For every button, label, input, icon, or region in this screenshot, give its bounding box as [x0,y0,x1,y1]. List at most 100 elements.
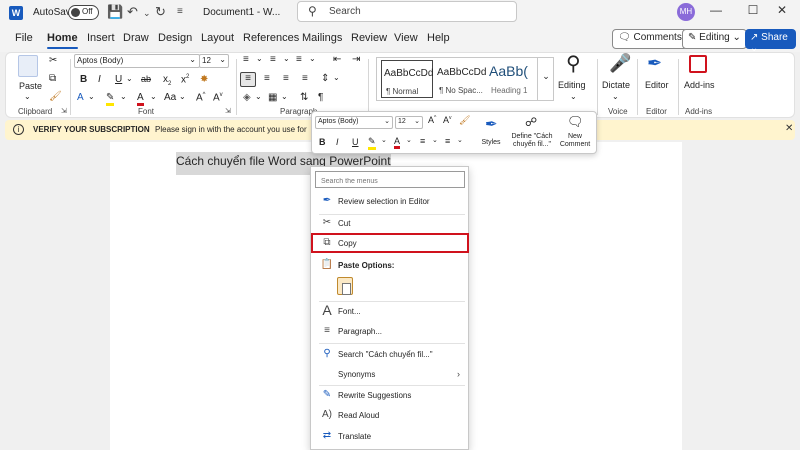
mini-underline-icon[interactable]: U [352,137,359,147]
tab-view[interactable]: View [394,32,418,44]
tab-review[interactable]: Review [351,32,387,44]
style-heading-1[interactable]: AaBb( Heading 1 [487,60,539,98]
multilevel-list-icon[interactable]: ≡ [296,54,302,65]
editing-mode-button[interactable]: ✎ Editing ⌄ [682,29,747,49]
customize-toolbar-icon[interactable]: ≡ [177,6,183,17]
mini-font-size-dropdown[interactable]: 12 ⌄ [395,116,423,129]
redo-icon[interactable]: ↻ [155,4,166,20]
tab-mailings[interactable]: Mailings [302,32,342,44]
close-icon[interactable]: ✕ [772,3,792,17]
sort-icon[interactable]: ⇅ [300,92,308,103]
tab-references[interactable]: References [243,32,299,44]
font-launcher-icon[interactable]: ⇲ [225,107,231,115]
menu-item-copy[interactable]: ⧉ Copy [311,233,469,253]
shrink-font-icon[interactable]: Av [213,92,223,103]
borders-icon[interactable]: ▦ [268,92,277,103]
mini-grow-font-icon[interactable]: A^ [428,115,436,125]
dictate-label[interactable]: Dictate [602,80,630,90]
justify-icon[interactable]: ≡ [302,73,308,84]
mini-shrink-font-icon[interactable]: Av [443,115,452,125]
styles-more-icon[interactable]: ⌄ [537,58,554,100]
tab-home[interactable]: Home [47,32,78,49]
font-size-dropdown[interactable]: 12 ⌄ [199,54,229,68]
new-comment-icon[interactable]: 🗨 [567,114,584,130]
mini-highlight-icon[interactable]: ✎ [368,136,376,150]
mini-numbering-dropdown-icon[interactable]: ⌄ [457,136,463,144]
paste-keep-source-button[interactable] [337,277,353,295]
shading-dropdown-icon[interactable]: ⌄ [255,92,262,101]
cut-icon[interactable]: ✂ [49,55,57,66]
undo-dropdown-icon[interactable]: ⌄ [143,8,151,19]
font-color-dropdown-icon[interactable]: ⌄ [150,92,157,101]
tab-help[interactable]: Help [427,32,450,44]
find-icon[interactable]: ⚲ [566,51,581,76]
mini-bold-icon[interactable]: B [319,137,326,147]
borders-dropdown-icon[interactable]: ⌄ [281,92,288,101]
text-effects-icon[interactable]: A [77,92,84,103]
underline-dropdown-icon[interactable]: ⌄ [126,74,133,83]
search-box[interactable]: ⚲ Search [297,1,517,22]
define-label[interactable]: Define "Cách chuyển fil..." [506,133,558,149]
numbering-dropdown-icon[interactable]: ⌄ [283,54,290,63]
mini-font-color-icon[interactable]: A [394,136,401,149]
avatar[interactable]: MH [677,3,695,21]
strikethrough-icon[interactable]: ab [141,74,151,84]
mini-format-painter-icon[interactable]: 🖌 [459,115,470,126]
menu-item-rewrite-suggestions[interactable]: ✎ Rewrite Suggestions [312,386,467,406]
decrease-indent-icon[interactable]: ⇤ [333,54,341,65]
mini-styles-label[interactable]: Styles [478,139,504,147]
line-spacing-dropdown-icon[interactable]: ⌄ [333,73,340,82]
mini-font-color-dropdown-icon[interactable]: ⌄ [406,136,412,144]
menu-item-cut[interactable]: ✂ Cut [312,214,467,234]
font-name-dropdown[interactable]: Aptos (Body) ⌄ [74,54,200,68]
autosave-toggle[interactable]: Off [68,5,99,20]
mini-bullets-icon[interactable]: ≡ [420,136,425,146]
menu-item-search[interactable]: ⚲ Search "Cách chuyển fil..." [312,345,467,365]
dictate-dropdown-icon[interactable]: ⌄ [612,92,619,101]
change-case-dropdown-icon[interactable]: ⌄ [179,92,186,101]
subscript-icon[interactable]: x2 [163,74,171,87]
format-painter-icon[interactable]: 🖌 [49,91,62,102]
text-effects-dropdown-icon[interactable]: ⌄ [88,92,95,101]
menu-search-input[interactable] [316,174,464,189]
editor-label[interactable]: Editor [645,80,669,90]
font-color-icon[interactable]: A [137,92,144,106]
menu-item-paragraph[interactable]: ≡ Paragraph... [312,322,467,342]
share-button[interactable]: ↗ Share ⌄ [745,29,796,54]
bullets-dropdown-icon[interactable]: ⌄ [256,54,263,63]
save-icon[interactable]: 💾 [107,4,123,20]
mini-numbering-icon[interactable]: ≡ [445,136,450,146]
line-spacing-icon[interactable]: ⇕ [321,73,329,84]
clear-formatting-icon[interactable]: ✸ [200,74,208,85]
align-right-icon[interactable]: ≡ [283,73,289,84]
copy-icon[interactable]: ⧉ [49,73,56,84]
close-notification-icon[interactable]: ✕ [785,123,793,134]
define-icon[interactable]: ☍ [525,115,537,129]
menu-item-read-aloud[interactable]: A) Read Aloud [312,406,467,426]
style-normal[interactable]: AaBbCcDd ¶ Normal [381,60,433,98]
maximize-icon[interactable]: ☐ [743,3,763,17]
mini-highlight-dropdown-icon[interactable]: ⌄ [381,136,387,144]
editing-label[interactable]: Editing [558,80,586,90]
mini-styles-icon[interactable]: ✒ [485,115,498,133]
mini-bullets-dropdown-icon[interactable]: ⌄ [432,136,438,144]
menu-item-font[interactable]: A Font... [312,302,467,322]
paste-dropdown-icon[interactable]: ⌄ [24,92,31,101]
tab-design[interactable]: Design [158,32,192,44]
tab-insert[interactable]: Insert [87,32,115,44]
mini-italic-icon[interactable]: I [336,137,339,147]
editor-pen-icon[interactable]: ✒ [647,53,662,74]
multilevel-dropdown-icon[interactable]: ⌄ [309,54,316,63]
editing-dropdown-icon[interactable]: ⌄ [570,92,577,101]
highlight-dropdown-icon[interactable]: ⌄ [120,92,127,101]
undo-icon[interactable]: ↶ [127,4,138,20]
superscript-icon[interactable]: x2 [181,74,189,85]
increase-indent-icon[interactable]: ⇥ [352,54,360,65]
shading-icon[interactable]: ◈ [243,92,251,103]
grow-font-icon[interactable]: A^ [196,92,206,103]
bold-icon[interactable]: B [80,74,87,85]
align-left-icon[interactable]: ≡ [240,72,256,87]
paste-label[interactable]: Paste [19,81,42,91]
tab-file[interactable]: File [15,32,33,44]
underline-icon[interactable]: U [115,74,122,85]
